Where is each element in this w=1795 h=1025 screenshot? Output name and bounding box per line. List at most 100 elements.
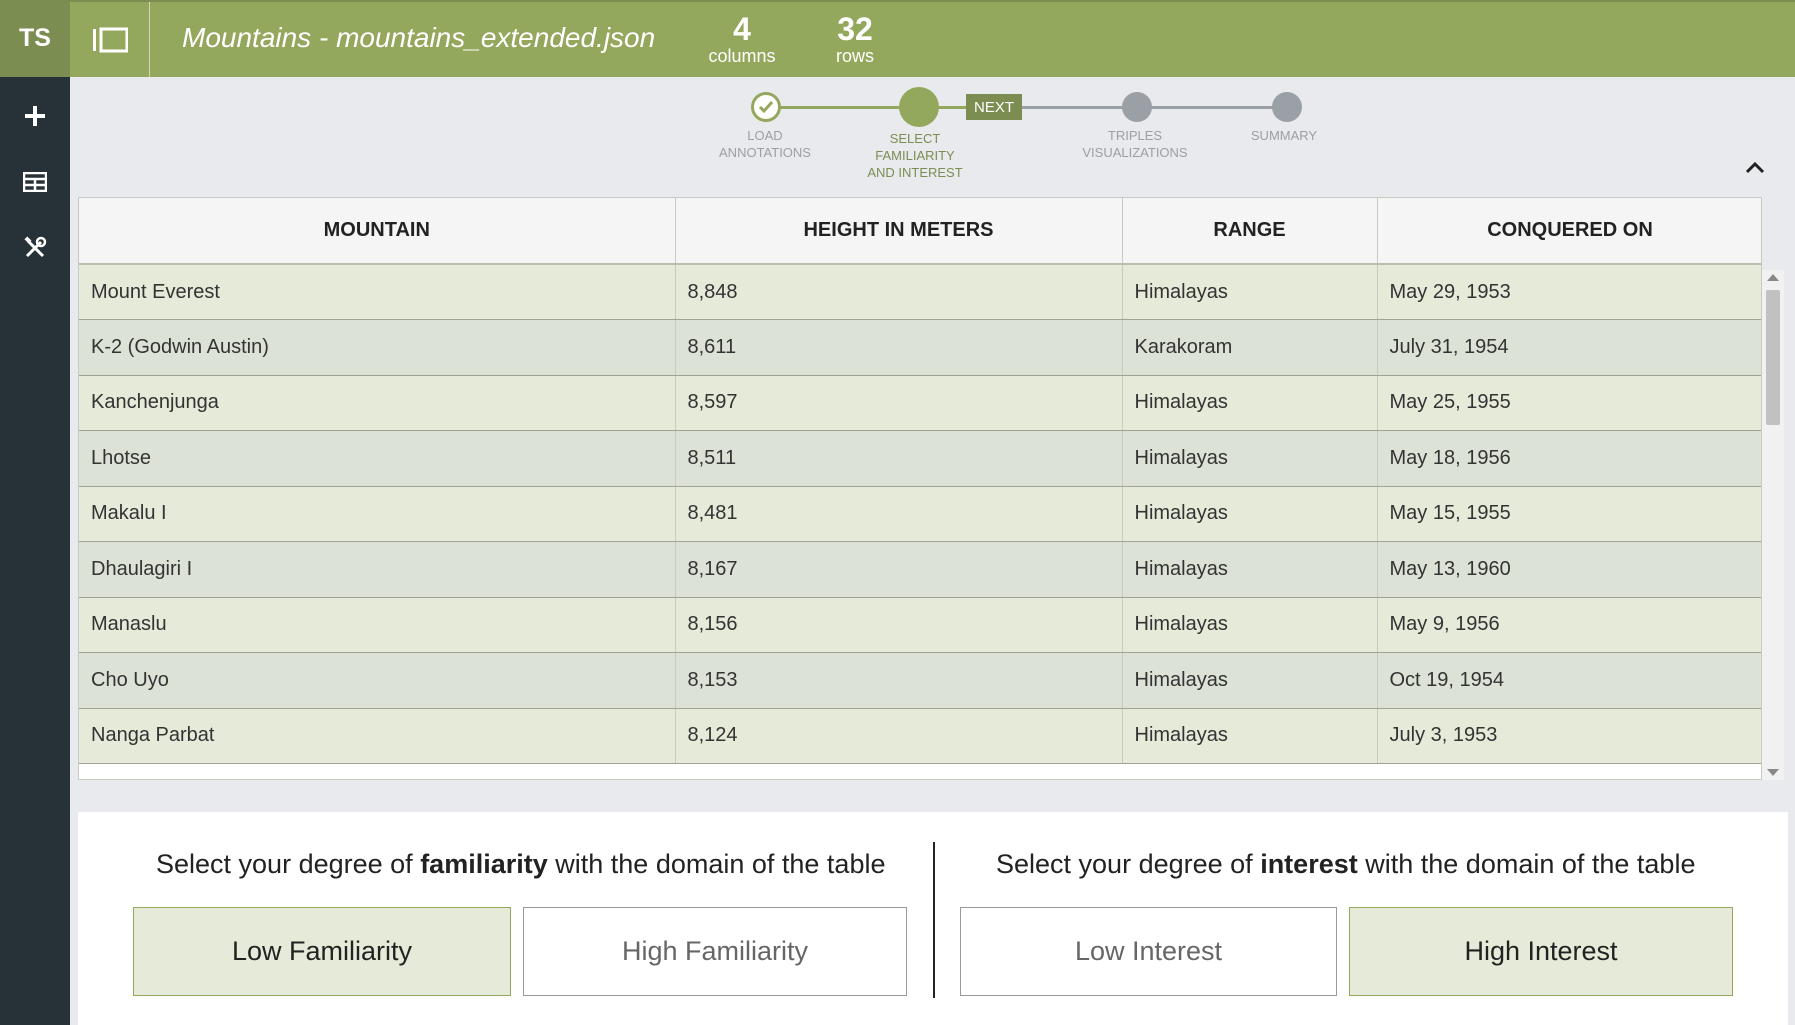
high-familiarity-button[interactable]: High Familiarity [523, 907, 907, 996]
height-cell[interactable]: 8,848 [675, 264, 1123, 320]
conquered-cell[interactable]: May 29, 1953 [1377, 264, 1761, 320]
stepper-line-done [768, 106, 988, 109]
step-label-select: SELECT FAMILIARITY AND INTEREST [845, 130, 985, 181]
conquered-cell[interactable]: Oct 19, 1954 [1377, 652, 1761, 709]
range-cell[interactable]: Himalayas [1122, 597, 1378, 653]
table-row[interactable]: K-2 (Godwin Austin) 8,611 Karakoram July 31… [79, 319, 1761, 376]
chevron-up-icon [1745, 162, 1765, 174]
next-badge[interactable]: NEXT [966, 94, 1022, 120]
conquered-cell[interactable]: May 25, 1955 [1377, 375, 1761, 431]
step-triples-visualizations[interactable] [1122, 92, 1152, 122]
familiarity-prompt: Select your degree of familiarity with t… [156, 849, 885, 880]
scroll-down-arrow-icon[interactable] [1767, 769, 1779, 776]
mountain-cell[interactable]: Makalu I [79, 486, 676, 542]
conquered-cell[interactable]: July 3, 1953 [1377, 708, 1761, 764]
step-label-line: AND INTEREST [867, 165, 963, 180]
mountain-cell[interactable]: Lhotse [79, 430, 676, 487]
range-cell[interactable]: Himalayas [1122, 430, 1378, 487]
mountain-cell[interactable]: K-2 (Godwin Austin) [79, 319, 676, 376]
table-row[interactable]: Manaslu 8,156 Himalayas May 9, 1956 [79, 597, 1761, 653]
low-familiarity-button[interactable]: Low Familiarity [133, 907, 511, 996]
height-cell[interactable]: 8,167 [675, 541, 1123, 598]
columns-count: 4 [733, 11, 751, 47]
sidebar-toggle-icon [92, 27, 128, 52]
range-cell[interactable]: Himalayas [1122, 375, 1378, 431]
columns-label: columns [708, 46, 776, 66]
table-row[interactable]: Nanga Parbat 8,124 Himalayas July 3, 1953 [79, 708, 1761, 764]
rows-count: 32 [837, 11, 873, 47]
table-row[interactable]: Dhaulagiri I 8,167 Himalayas May 13, 1960 [79, 541, 1761, 598]
height-cell[interactable]: 8,511 [675, 430, 1123, 487]
height-cell[interactable]: 8,156 [675, 597, 1123, 653]
height-cell[interactable]: 8,124 [675, 708, 1123, 764]
conquered-cell[interactable]: July 31, 1954 [1377, 319, 1761, 376]
prompt-text: with the domain of the table [555, 849, 886, 879]
range-cell[interactable]: Himalayas [1122, 708, 1378, 764]
height-cell[interactable]: 8,597 [675, 375, 1123, 431]
step-label-line: ANNOTATIONS [719, 145, 811, 160]
step-select-familiarity[interactable] [899, 87, 939, 127]
step-label-line: FAMILIARITY [875, 148, 955, 163]
high-interest-button[interactable]: High Interest [1349, 907, 1733, 996]
mountain-cell[interactable]: Nanga Parbat [79, 708, 676, 764]
collapse-stepper-button[interactable] [1740, 153, 1770, 183]
data-table: MOUNTAIN HEIGHT IN METERS RANGE CONQUERE… [79, 198, 1761, 764]
mountain-cell[interactable]: Mount Everest [79, 264, 676, 320]
prompt-emphasis: interest [1260, 849, 1358, 879]
column-header-mountain[interactable]: MOUNTAIN [79, 198, 676, 265]
conquered-cell[interactable]: May 15, 1955 [1377, 486, 1761, 542]
columns-stat: 4 columns [697, 12, 787, 66]
height-cell[interactable]: 8,481 [675, 486, 1123, 542]
step-label-triples: TRIPLES VISUALIZATIONS [1065, 127, 1205, 161]
range-cell[interactable]: Himalayas [1122, 652, 1378, 709]
data-table-container: MOUNTAIN HEIGHT IN METERS RANGE CONQUERE… [78, 197, 1762, 780]
tools-button[interactable] [0, 219, 70, 277]
table-view-button[interactable] [0, 153, 70, 211]
conquered-cell[interactable]: May 18, 1956 [1377, 430, 1761, 487]
table-row[interactable]: Mount Everest 8,848 Himalayas May 29, 1953 [79, 264, 1761, 320]
table-row[interactable]: Cho Uyo 8,153 Himalayas Oct 19, 1954 [79, 652, 1761, 709]
toggle-sidebar-button[interactable] [70, 2, 150, 77]
step-load-annotations[interactable] [751, 92, 781, 122]
add-button[interactable] [0, 87, 70, 145]
range-cell[interactable]: Himalayas [1122, 541, 1378, 598]
column-header-conquered[interactable]: CONQUERED ON [1377, 198, 1761, 265]
table-header-row: MOUNTAIN HEIGHT IN METERS RANGE CONQUERE… [79, 198, 1761, 265]
mountain-cell[interactable]: Manaslu [79, 597, 676, 653]
scrollbar-thumb[interactable] [1766, 290, 1780, 425]
step-label-line: VISUALIZATIONS [1082, 145, 1188, 160]
table-row[interactable]: Kanchenjunga 8,597 Himalayas May 25, 1955 [79, 375, 1761, 431]
step-label-line: SELECT [889, 131, 941, 146]
height-cell[interactable]: 8,611 [675, 319, 1123, 376]
column-header-height[interactable]: HEIGHT IN METERS [675, 198, 1123, 265]
step-label-line: TRIPLES [1107, 128, 1163, 143]
range-cell[interactable]: Karakoram [1122, 319, 1378, 376]
step-label-load: LOAD ANNOTATIONS [695, 127, 835, 161]
app-logo: TS [0, 0, 70, 77]
scroll-up-arrow-icon[interactable] [1767, 274, 1779, 281]
prompt-text: with the domain of the table [1365, 849, 1696, 879]
range-cell[interactable]: Himalayas [1122, 486, 1378, 542]
selection-panel: Select your degree of familiarity with t… [78, 812, 1788, 1025]
range-cell[interactable]: Himalayas [1122, 264, 1378, 320]
sidebar: TS [0, 0, 70, 1025]
table-row[interactable]: Makalu I 8,481 Himalayas May 15, 1955 [79, 486, 1761, 542]
conquered-cell[interactable]: May 13, 1960 [1377, 541, 1761, 598]
table-scrollbar[interactable] [1762, 270, 1784, 780]
mountain-cell[interactable]: Cho Uyo [79, 652, 676, 709]
conquered-cell[interactable]: May 9, 1956 [1377, 597, 1761, 653]
prompt-text: Select your degree of [156, 849, 413, 879]
table-icon [23, 172, 47, 192]
check-icon [758, 101, 774, 114]
column-header-range[interactable]: RANGE [1122, 198, 1378, 265]
step-label-line: LOAD [747, 128, 783, 143]
mountain-cell[interactable]: Dhaulagiri I [79, 541, 676, 598]
panel-divider [933, 842, 935, 998]
step-summary[interactable] [1272, 92, 1302, 122]
interest-prompt: Select your degree of interest with the … [996, 849, 1695, 880]
progress-stepper: NEXT LOAD ANNOTATIONS SELECT FAMILIARITY… [70, 77, 1795, 190]
low-interest-button[interactable]: Low Interest [960, 907, 1337, 996]
table-row[interactable]: Lhotse 8,511 Himalayas May 18, 1956 [79, 430, 1761, 487]
height-cell[interactable]: 8,153 [675, 652, 1123, 709]
mountain-cell[interactable]: Kanchenjunga [79, 375, 676, 431]
